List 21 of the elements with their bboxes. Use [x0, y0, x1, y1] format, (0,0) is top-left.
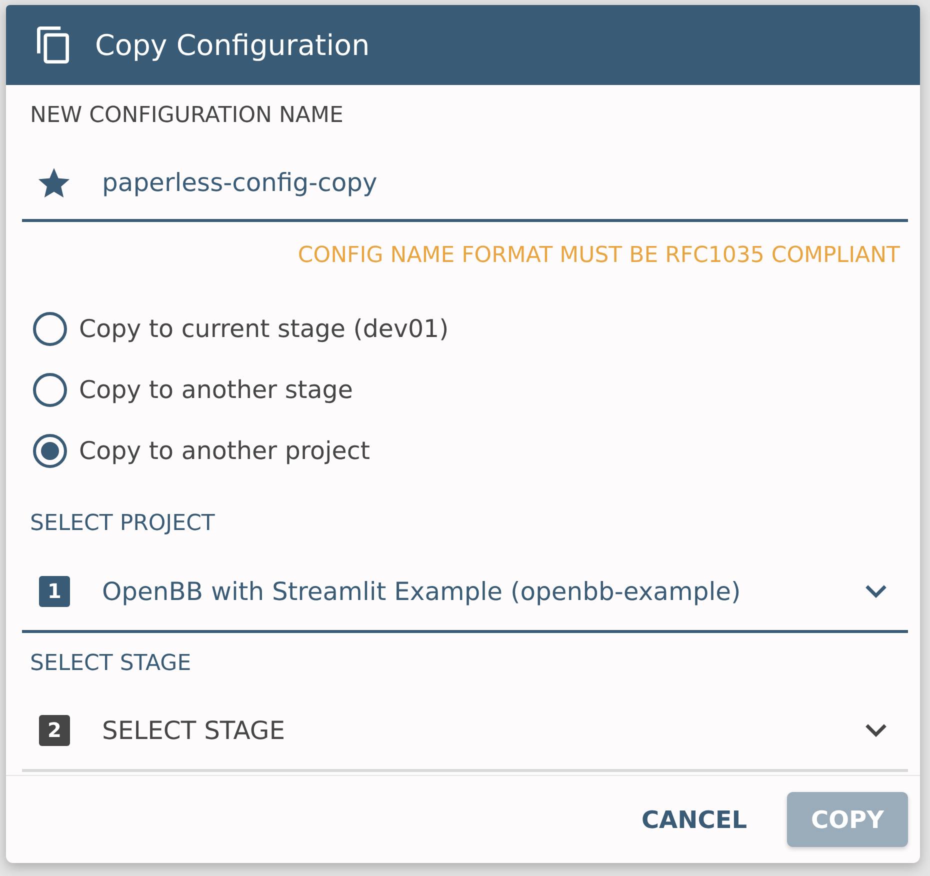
copy-icon: [37, 26, 69, 64]
radio-label[interactable]: Copy to current stage (dev01): [79, 314, 449, 343]
step-number-badge: 2: [39, 714, 70, 746]
radio-button[interactable]: [33, 372, 67, 406]
validation-hint: CONFIG NAME FORMAT MUST BE RFC1035 COMPLIANT: [298, 242, 900, 270]
chevron-down-icon: [865, 584, 887, 598]
dialog-title: Copy Configuration: [95, 28, 370, 62]
cancel-button[interactable]: CANCEL: [625, 792, 764, 847]
name-input[interactable]: paperless-config-copy: [102, 164, 908, 200]
field-label: SELECT STAGE: [29, 650, 192, 678]
star-icon: [38, 168, 70, 198]
dropdown-select[interactable]: 2 SELECT STAGE: [22, 691, 908, 772]
radio-label[interactable]: Copy to another stage: [79, 375, 353, 404]
dropdown-select[interactable]: 1 OpenBB with Streamlit Example (openbb-example): [22, 552, 908, 633]
chevron-down-icon: [865, 724, 887, 736]
radio-button[interactable]: [33, 434, 67, 468]
radio-label[interactable]: Copy to another project: [79, 436, 370, 465]
radio-button[interactable]: [33, 312, 67, 346]
field-label: SELECT PROJECT: [29, 510, 215, 538]
field-label: NEW CONFIGURATION NAME: [29, 102, 344, 130]
step-number-badge: 1: [39, 576, 70, 606]
